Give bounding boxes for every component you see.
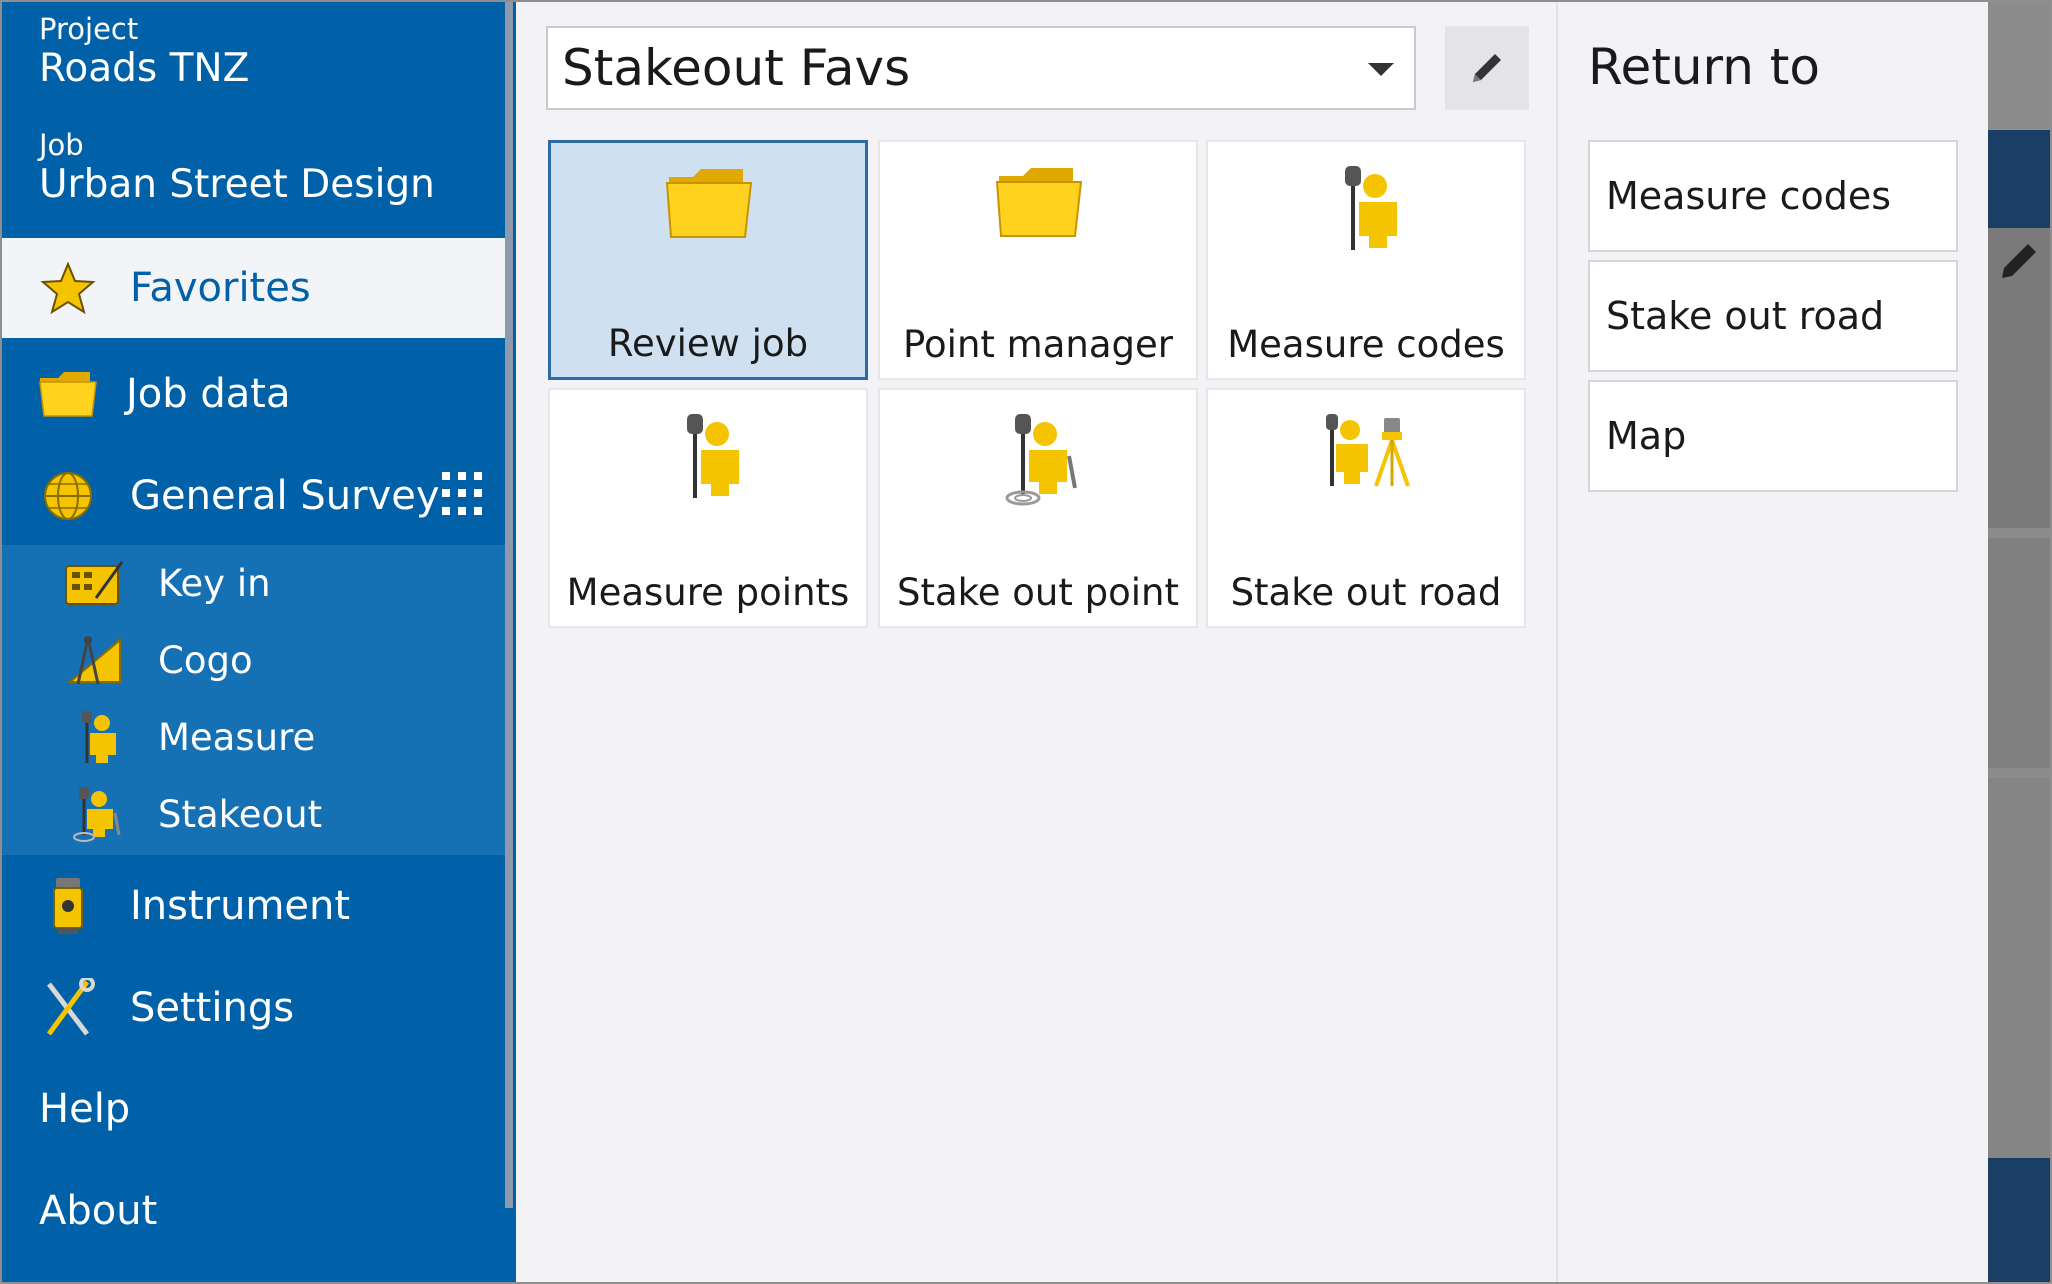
return-to-measure-codes-button[interactable]: Measure codes [1588,140,1958,252]
project-name: Roads TNZ [39,46,250,91]
sidebar-item-label: Cogo [158,638,253,682]
chevron-down-icon [1368,63,1394,76]
edit-favorites-button[interactable] [1445,26,1529,110]
surveyor-measure-icon [550,410,866,510]
job-label: Job [39,128,84,162]
sidebar-item-job-data[interactable]: Job data [2,354,505,434]
sidebar-item-stakeout[interactable]: Stakeout [2,776,505,852]
sidebar-scrollbar[interactable] [505,2,513,1208]
surveyor-measure-icon [62,708,128,766]
return-to-panel: Return to Measure codes Stake out road M… [1556,2,1988,1282]
favorite-tile-stake-out-point[interactable]: Stake out point [878,388,1198,628]
favorites-list-dropdown[interactable]: Stakeout Favs [546,26,1416,110]
surveyor-stakeout-icon [62,785,128,843]
sidebar-item-key-in[interactable]: Key in [2,545,505,621]
return-item-label: Stake out road [1606,294,1885,338]
pencil-icon [2002,244,2036,278]
star-icon [36,256,100,320]
tile-label: Review job [607,322,809,365]
sidebar-item-cogo[interactable]: Cogo [2,622,505,698]
favorites-list-name: Stakeout Favs [562,39,911,97]
compass-triangle-icon [62,631,128,689]
sidebar-item-label: Measure [158,715,316,759]
return-item-label: Map [1606,414,1687,458]
background-footer [1988,1158,2050,1282]
sidebar-item-label: Stakeout [158,792,323,836]
tile-label: Stake out point [896,571,1180,614]
sidebar-item-label: Settings [130,985,295,1031]
favorite-tile-measure-points[interactable]: Measure points [548,388,868,628]
sidebar-item-instrument[interactable]: Instrument [2,866,505,946]
apps-grid-icon[interactable] [442,472,486,516]
sidebar-item-measure[interactable]: Measure [2,699,505,775]
sidebar-item-label: Key in [158,561,271,605]
sidebar-item-label: General Survey [130,473,440,519]
sidebar-item-settings[interactable]: Settings [2,968,505,1048]
return-item-label: Measure codes [1606,174,1892,218]
background-header [1988,130,2050,228]
tile-label: Point manager [903,323,1173,366]
background-panel [1988,778,2050,1158]
surveyor-road-icon [1208,410,1524,510]
job-name: Urban Street Design [39,162,435,207]
sidebar-item-label: Job data [126,371,291,417]
tile-label: Measure points [566,571,850,614]
job-info: Job Urban Street Design [39,128,435,207]
folder-icon [551,163,865,263]
sidebar-item-about[interactable]: About [39,1188,157,1234]
return-to-map-button[interactable]: Map [1588,380,1958,492]
tile-label: Stake out road [1230,571,1502,614]
folder-icon [880,162,1196,262]
background-app-strip [1988,2,2050,1282]
surveyor-measure-icon [1208,162,1524,262]
keypad-icon [62,554,128,612]
pencil-icon [1473,54,1501,82]
tile-label: Measure codes [1227,323,1505,366]
sidebar-item-general-survey[interactable]: General Survey [2,456,505,536]
folder-icon [36,362,100,426]
favorite-tile-measure-codes[interactable]: Measure codes [1206,140,1526,380]
project-info: Project Roads TNZ [39,12,249,91]
favorite-tile-point-manager[interactable]: Point manager [878,140,1198,380]
favorite-tile-stake-out-road[interactable]: Stake out road [1206,388,1526,628]
tools-icon [36,976,100,1040]
instrument-icon [36,874,100,938]
sidebar-item-help[interactable]: Help [39,1086,130,1132]
favorite-tile-review-job[interactable]: Review job [548,140,868,380]
sidebar-item-label: Favorites [130,265,311,311]
return-to-title: Return to [1588,38,1821,96]
return-to-stake-out-road-button[interactable]: Stake out road [1588,260,1958,372]
background-panel [1988,538,2050,768]
sidebar-item-favorites[interactable]: Favorites [2,238,505,338]
sidebar: Project Roads TNZ Job Urban Street Desig… [2,2,516,1282]
favorites-panel: Stakeout Favs Review job Point manager M… [516,2,1556,1282]
app-window: Project Roads TNZ Job Urban Street Desig… [0,0,2052,1284]
general-survey-submenu: Key in Cogo Measure Stakeout [2,545,505,855]
sidebar-item-label: Instrument [130,883,351,929]
globe-icon [36,464,100,528]
project-label: Project [39,12,139,46]
surveyor-stakeout-icon [880,410,1196,510]
